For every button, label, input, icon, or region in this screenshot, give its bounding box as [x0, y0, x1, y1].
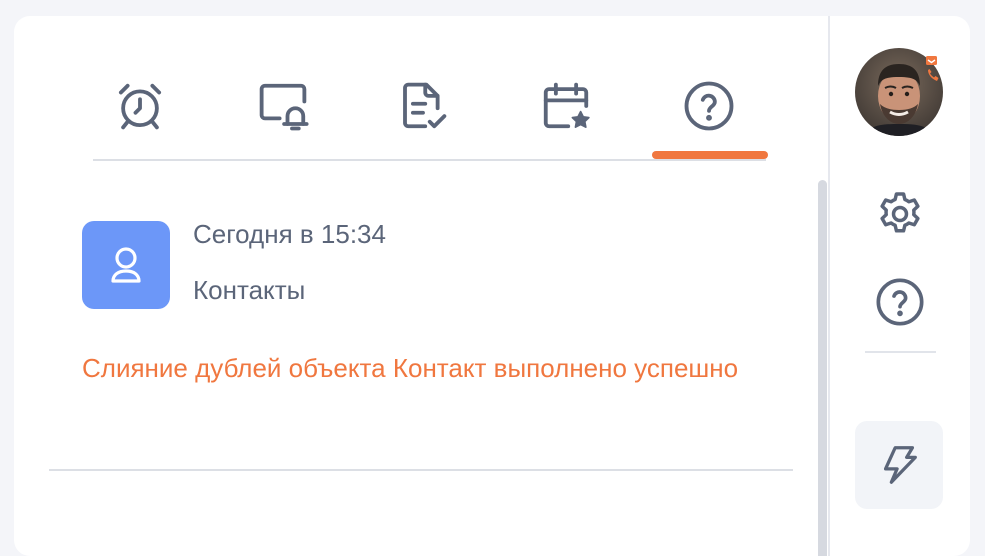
notification-source[interactable]: Контакты: [193, 275, 305, 306]
scrollbar-thumb[interactable]: [818, 180, 827, 556]
active-tab-indicator: [652, 151, 768, 159]
rail-divider: [865, 351, 936, 353]
settings-button[interactable]: [872, 186, 928, 242]
user-icon: [111, 247, 141, 283]
tab-help[interactable]: [677, 76, 741, 136]
user-avatar[interactable]: [855, 48, 943, 136]
scrollbar[interactable]: [818, 180, 827, 556]
notification-avatar: [82, 221, 170, 309]
quick-actions-button[interactable]: [855, 421, 943, 509]
notifications-panel: Сегодня в 15:34 Контакты Слияние дублей …: [14, 16, 970, 556]
calendar-star-icon: [543, 82, 590, 129]
tab-notifications[interactable]: [251, 76, 315, 136]
phone-status-icon: [926, 56, 939, 81]
notification-time: Сегодня в 15:34: [193, 219, 386, 249]
document-check-icon: [403, 82, 447, 129]
tab-events[interactable]: [534, 76, 598, 136]
tab-bar: [14, 16, 826, 176]
alarm-clock-icon: [118, 83, 162, 130]
tabs-underline: [93, 159, 766, 161]
help-circle-icon: [684, 81, 734, 131]
help-button[interactable]: [872, 274, 928, 330]
help-circle-icon: [876, 278, 924, 326]
screen-bell-icon: [259, 83, 309, 131]
bolt-icon: [883, 446, 917, 484]
tab-tasks[interactable]: [391, 76, 455, 136]
rail-divider-vertical: [828, 16, 830, 556]
notification-divider: [49, 469, 793, 471]
tab-reminders[interactable]: [108, 76, 172, 136]
notification-message: Слияние дублей объекта Контакт выполнено…: [82, 353, 739, 383]
gear-icon: [880, 192, 920, 233]
